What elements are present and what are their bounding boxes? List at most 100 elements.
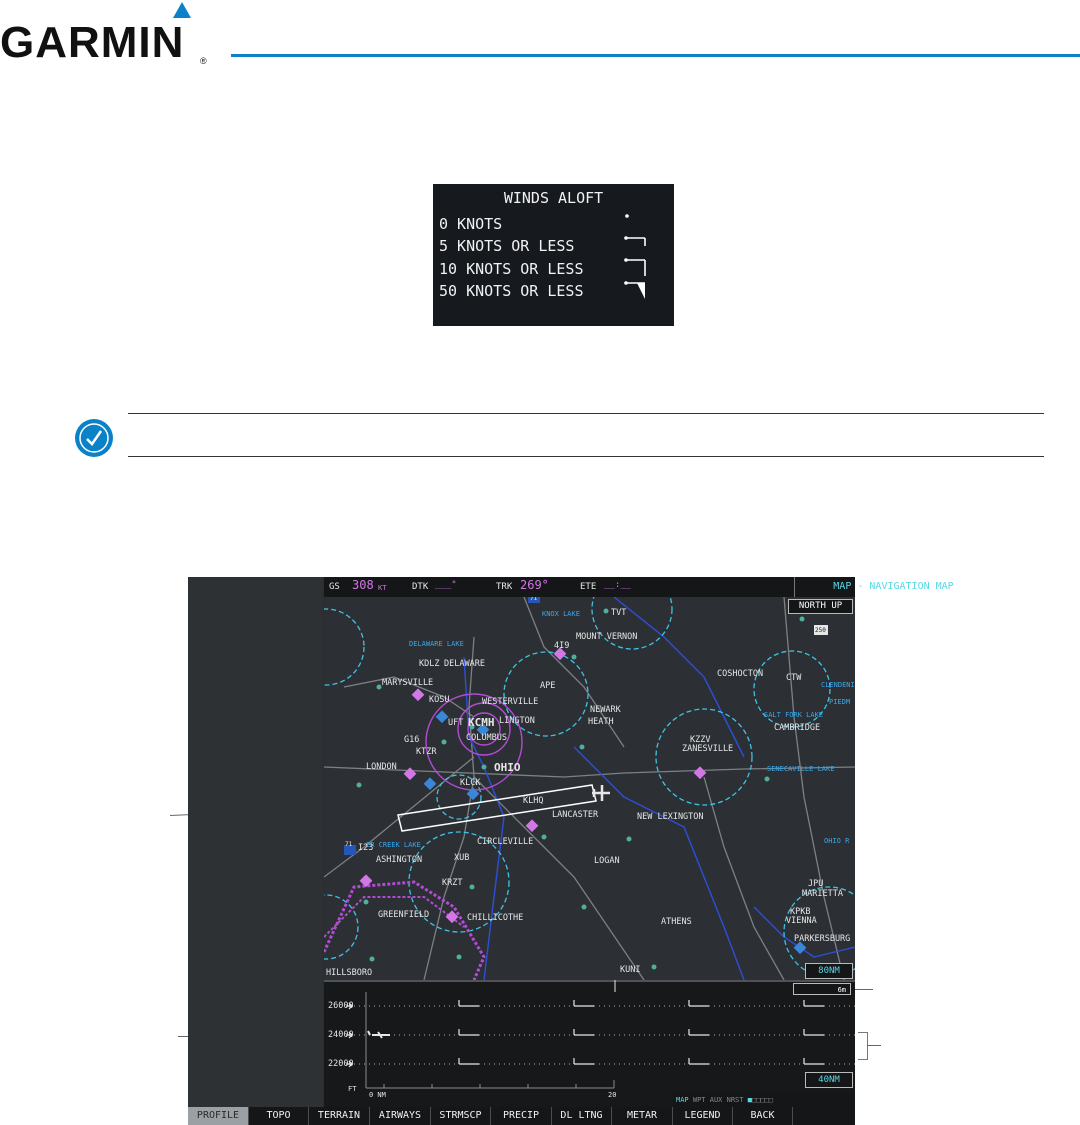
map-label: MOUNT VERNON [576, 632, 638, 642]
ete-value: __:__ [604, 580, 632, 590]
softkey-blank[interactable] [793, 1107, 854, 1125]
map-label: G16 [404, 735, 420, 745]
map-label: LONDON [366, 762, 397, 772]
map-label: JPU [808, 879, 824, 889]
gs-unit: KT [378, 584, 387, 592]
page-group-wpt: WPT [692, 1096, 706, 1104]
map-label: KLHQ [523, 796, 544, 806]
gs-value: 308 [352, 578, 374, 592]
map-label: KRZT [442, 878, 463, 888]
navigation-map[interactable]: NORTH UP 80NM KNOX LAKE TVT MOUNT VERNON… [324, 597, 855, 980]
map-label: SENECAVILLE LAKE [767, 765, 835, 773]
half-barb-icon [624, 236, 646, 246]
map-label: ER CREEK LAKE [366, 841, 421, 849]
map-label: LANCASTER [552, 810, 599, 820]
map-label: HILLSBORO [326, 968, 373, 978]
map-label: 71 [345, 841, 353, 848]
winds-row: 5 KNOTS OR LESS [439, 237, 574, 255]
map-label: KTZR [416, 747, 437, 757]
map-label: 250 [815, 627, 826, 634]
vertical-profile-view[interactable]: 26000 24000 22000 FT 0 NM 20 6m 40NM MAP… [324, 980, 855, 1107]
map-label: KNOX LAKE [542, 610, 580, 618]
softkey-precip[interactable]: PRECIP [491, 1107, 552, 1125]
map-label: DELAWARE LAKE [409, 640, 464, 648]
profile-graphics [324, 980, 855, 1089]
map-label: VIENNA [786, 916, 817, 926]
dtk-value: ___° [435, 580, 457, 590]
page-group-indicator: MAP WPT AUX NRST ■□□□□□ [673, 1093, 855, 1107]
softkey-legend[interactable]: LEGEND [673, 1107, 733, 1125]
winds-row-label: 5 KNOTS OR LESS [439, 237, 575, 255]
map-label: LINGTON [499, 716, 535, 726]
map-label: TVT [611, 608, 627, 618]
softkey-dl-ltng[interactable]: DL LTNG [552, 1107, 612, 1125]
softkey-airways[interactable]: AIRWAYS [370, 1107, 431, 1125]
registered-mark: ® [200, 56, 207, 66]
north-up-button[interactable]: NORTH UP [788, 599, 853, 614]
map-label: NEWARK [590, 705, 621, 715]
map-label: LOGAN [594, 856, 620, 866]
page-group-nrst: NRST [726, 1096, 744, 1104]
note-check-icon [75, 419, 113, 457]
map-label: SALT FORK LAKE [764, 711, 824, 719]
map-label: UFT [448, 718, 464, 728]
map-label: 71 [530, 597, 538, 602]
map-range-indicator[interactable]: 80NM [805, 963, 853, 979]
page-group-aux: AUX [709, 1096, 723, 1104]
map-label: NEW LEXINGTON [637, 812, 704, 822]
winds-row-label: 10 KNOTS OR LESS [439, 260, 584, 278]
header-rule [231, 54, 1080, 57]
map-label: PIEDM [829, 698, 851, 706]
map-label: PARKERSBURG [794, 934, 851, 944]
gs-label: GS [329, 582, 340, 592]
map-label: OHIO [494, 761, 521, 774]
map-label: ZANESVILLE [682, 744, 734, 754]
map-label: CLENDENING [821, 681, 855, 689]
pennant-icon [624, 281, 645, 299]
trk-value: 269° [520, 578, 549, 592]
map-label: MARIETTA [802, 889, 843, 899]
brand-triangle-icon [173, 2, 191, 18]
left-blank-panel [188, 577, 323, 1107]
calm-dot-icon [625, 214, 629, 218]
ownship-icon [367, 1030, 390, 1039]
map-label: CTW [786, 673, 802, 683]
map-label: GREENFIELD [378, 910, 430, 920]
wind-callout-bracket [858, 1032, 868, 1060]
axis-start-label: 0 NM [369, 1091, 386, 1099]
top-data-bar: GS 308 KT DTK ___° TRK 269° ETE __:__ MA… [324, 577, 954, 597]
map-label: XUB [454, 853, 470, 863]
note-top-rule [128, 413, 1044, 414]
wind-scale-indicator: 6m [793, 983, 851, 995]
map-label: COLUMBUS [466, 733, 507, 743]
map-label: DELAWARE [444, 659, 485, 669]
softkey-strmscp[interactable]: STRMSCP [431, 1107, 491, 1125]
map-label: WESTERVILLE [482, 697, 539, 707]
map-label: MARYSVILLE [382, 678, 434, 688]
softkey-bar: PROFILE TOPO TERRAIN AIRWAYS STRMSCP PRE… [188, 1107, 855, 1125]
dtk-label: DTK [412, 582, 429, 592]
softkey-metar[interactable]: METAR [612, 1107, 673, 1125]
profile-range-indicator[interactable]: 40NM [805, 1072, 853, 1088]
ete-label: ETE [580, 582, 597, 592]
winds-row: 50 KNOTS OR LESS [439, 282, 584, 300]
map-label: CHILLICOTHE [467, 913, 524, 923]
softkey-terrain[interactable]: TERRAIN [309, 1107, 370, 1125]
map-label: CAMBRIDGE [774, 723, 821, 733]
winds-row: 10 KNOTS OR LESS [439, 260, 584, 278]
page-title: MAP - NAVIGATION MAP [794, 577, 992, 597]
map-label: 4I9 [554, 641, 570, 651]
map-label: CIRCLEVILLE [477, 837, 534, 847]
map-graphics [324, 597, 855, 980]
altitude-label: 22000 [328, 1059, 354, 1069]
softkey-topo[interactable]: TOPO [249, 1107, 309, 1125]
map-label: ATHENS [661, 917, 692, 927]
softkey-profile[interactable]: PROFILE [188, 1107, 249, 1125]
wind-scale-value: 6m [837, 986, 846, 994]
map-label: HEATH [588, 717, 614, 727]
winds-legend-title: WINDS ALOFT [503, 189, 604, 207]
note-bottom-rule [128, 456, 1044, 457]
mfd-display: GS 308 KT DTK ___° TRK 269° ETE __:__ MA… [188, 577, 954, 1125]
full-barb-icon [624, 258, 646, 276]
softkey-back[interactable]: BACK [733, 1107, 793, 1125]
